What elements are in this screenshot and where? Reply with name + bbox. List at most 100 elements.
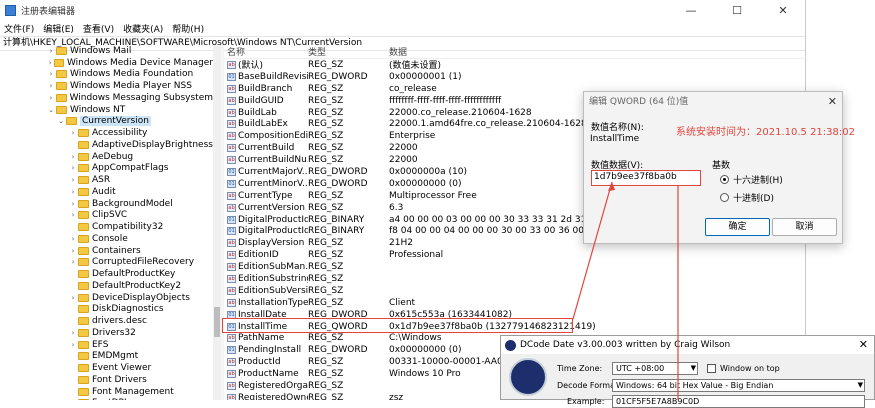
tree-node[interactable]: › Console [0,233,213,245]
tree-node[interactable]: Event Viewer [0,362,213,374]
tree-node[interactable]: Font Drivers [0,374,213,386]
expand-chevron-icon[interactable]: › [46,70,56,78]
menu-help[interactable]: 帮助(H) [172,22,204,35]
tree-node[interactable]: › AeDebug [0,151,213,163]
menu-view[interactable]: 查看(V) [83,22,114,35]
value-type-cell: REG_SZ [308,392,344,400]
radio-dec[interactable]: 十进制(D) [720,191,774,204]
table-row[interactable]: ab EditionID REG_SZ Professional [224,249,806,261]
value-type-cell: REG_DWORD [308,166,368,177]
expand-chevron-icon[interactable]: › [46,59,54,67]
radio-dec-dot[interactable] [720,193,729,202]
tree-node[interactable]: DefaultProductKey [0,268,213,280]
table-row[interactable]: ab EditionSubstring REG_SZ [224,273,806,285]
table-row[interactable]: 01BaseBuildRevisi...REG_DWORD 0x00000001 … [224,71,806,83]
expand-chevron-icon[interactable]: ⌄ [56,117,66,125]
value-data-input[interactable]: 1d7b9ee37f8ba0b [591,170,701,186]
radio-hex-dot[interactable] [720,175,729,184]
tree-node[interactable]: › Drivers32 [0,327,213,339]
tree-node[interactable]: AdaptiveDisplayBrightness [0,139,213,151]
tree-node[interactable]: DefaultProductKey2 [0,280,213,292]
expand-chevron-icon[interactable]: › [68,294,78,302]
expand-chevron-icon[interactable]: › [68,247,78,255]
tree-node[interactable]: › CorruptedFileRecovery [0,257,213,269]
tree-scrollbar-thumb[interactable] [214,307,220,337]
minimize-button[interactable]: — [668,0,714,20]
table-row[interactable]: ab InstallationType REG_SZ Client [224,297,806,309]
expand-chevron-icon[interactable]: › [68,200,78,208]
value-name-text: CurrentBuild [238,143,295,154]
timezone-value: UTC +08:00 [616,364,665,373]
folder-icon [78,176,89,185]
radio-hex[interactable]: 十六进制(H) [720,173,783,186]
column-header-name[interactable]: 名称 [224,45,308,58]
expand-chevron-icon[interactable]: › [68,164,78,172]
table-row[interactable]: ab (默认) REG_SZ (数值未设置) [224,59,806,71]
tree-node[interactable]: ⌄ Windows NT [0,104,213,116]
string-value-icon: ab [227,274,236,283]
table-row[interactable]: abEditionSubVersi...REG_SZ [224,285,806,297]
value-name-cell: 01 CurrentMinorV... [224,179,308,189]
decode-dropdown-arrow[interactable]: ▼ [858,380,863,391]
tree-node[interactable]: › ASR [0,174,213,186]
expand-chevron-icon[interactable]: › [68,176,78,184]
folder-icon [56,70,67,79]
maximize-button[interactable]: ☐ [714,0,760,20]
window-on-top-checkbox[interactable] [707,364,716,373]
tree-node[interactable]: › EFS [0,339,213,351]
string-value-icon: ab [227,334,236,343]
decode-format-select[interactable]: Windows: 64 bit Hex Value - Big Endian ▼ [612,379,865,392]
expand-chevron-icon[interactable]: › [46,47,56,55]
close-button[interactable]: ✕ [760,0,806,20]
tree-node[interactable]: › DeviceDisplayObjects [0,292,213,304]
tree-node[interactable]: Compatibility32 [0,221,213,233]
expand-chevron-icon[interactable]: › [46,82,56,90]
expand-chevron-icon[interactable]: › [68,258,78,266]
column-header-data[interactable]: 数据 [389,45,806,58]
string-value-icon: ab [227,358,236,367]
expand-chevron-icon[interactable]: › [68,235,78,243]
tree-scrollbar[interactable] [213,45,221,400]
expand-chevron-icon[interactable]: ⌄ [46,106,56,114]
tree-node[interactable]: › Windows Media Device Manager [0,57,213,69]
timezone-select[interactable]: UTC +08:00 ▼ [612,362,698,375]
example-field[interactable]: 01CF5F5E7A8B9C0D [612,395,865,408]
expand-chevron-icon[interactable]: › [46,94,56,102]
dcode-close-button[interactable]: ✕ [859,338,868,351]
tree-node[interactable]: ⌄ CurrentVersion [0,116,213,128]
tree-node[interactable]: › Windows Mail [0,45,213,57]
expand-chevron-icon[interactable]: › [68,329,78,337]
tree-node[interactable]: › BackgroundModel [0,198,213,210]
tree-node[interactable]: › AppCompatFlags [0,163,213,175]
tree-node[interactable]: › ClipSVC [0,210,213,222]
value-name-text: CurrentType [238,190,293,201]
cancel-button[interactable]: 取消 [772,218,837,236]
expand-chevron-icon[interactable]: › [68,153,78,161]
tree-node[interactable]: Font Management [0,386,213,398]
column-header-type[interactable]: 类型 [308,45,389,58]
tree-node[interactable]: › Windows Media Foundation [0,69,213,81]
tree-node[interactable]: › Accessibility [0,127,213,139]
tree-node[interactable]: EMDMgmt [0,351,213,363]
menu-file[interactable]: 文件(F) [4,22,34,35]
table-row[interactable]: ab EditionSubMan... REG_SZ [224,261,806,273]
dialog-close-button[interactable]: ✕ [828,95,837,108]
expand-chevron-icon[interactable]: › [68,129,78,137]
value-type-cell: REG_BINARY [308,226,365,237]
expand-chevron-icon[interactable]: › [68,188,78,196]
timezone-dropdown-arrow[interactable]: ▼ [691,363,696,374]
edit-qword-dialog: 编辑 QWORD (64 位)值 ✕ 数值名称(N): InstallTime … [583,91,843,244]
tree-node[interactable]: DiskDiagnostics [0,304,213,316]
value-name-cell: 01 CurrentMajorV... [224,167,308,177]
tree-node[interactable]: › Containers [0,245,213,257]
expand-chevron-icon[interactable]: › [68,211,78,219]
menu-edit[interactable]: 编辑(E) [43,22,74,35]
expand-chevron-icon[interactable]: › [68,341,78,349]
tree-node[interactable]: drivers.desc [0,315,213,327]
value-name-cell: ab CurrentType [224,191,308,201]
tree-node[interactable]: › Windows Media Player NSS [0,80,213,92]
tree-node[interactable]: › Audit [0,186,213,198]
tree-node[interactable]: › Windows Messaging Subsystem [0,92,213,104]
menu-favorites[interactable]: 收藏夹(A) [123,22,163,35]
ok-button[interactable]: 确定 [705,218,770,236]
